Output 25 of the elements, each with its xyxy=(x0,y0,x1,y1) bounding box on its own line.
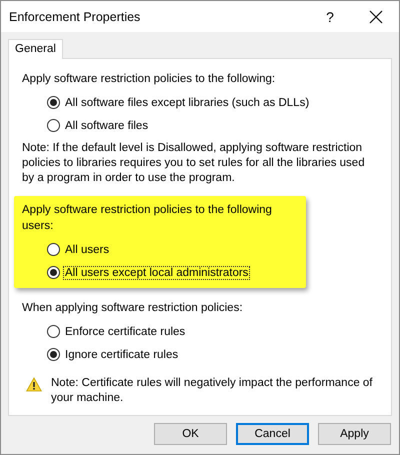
radio-button[interactable] xyxy=(47,243,60,256)
option-label[interactable]: All users except local administrators xyxy=(63,266,250,280)
option-label[interactable]: Ignore certificate rules xyxy=(63,348,180,362)
radio-button[interactable] xyxy=(47,325,60,338)
close-icon xyxy=(369,10,383,24)
option-label[interactable]: All users xyxy=(63,242,112,256)
help-button[interactable]: ? xyxy=(307,1,353,32)
dialog-button[interactable]: Cancel xyxy=(236,423,309,445)
radio-button[interactable] xyxy=(47,348,60,361)
option-label[interactable]: All software files xyxy=(63,118,150,132)
dialog-button[interactable]: OK xyxy=(154,423,227,445)
radio-button[interactable] xyxy=(47,96,60,109)
option-label[interactable]: Enforce certificate rules xyxy=(63,324,188,338)
warning-icon xyxy=(26,377,42,392)
radio-button[interactable] xyxy=(47,119,60,132)
group-heading: Apply software restriction policies to the following users: xyxy=(22,203,273,234)
radio-button[interactable] xyxy=(47,266,60,279)
note-text: Note: If the default level is Disallowed, applying software restriction policies to libraries requires you to set rules for all the libraries used by a program in order to use the program. xyxy=(22,141,366,186)
note-text: Note: Certificate rules will negatively impact the performance of your machine. xyxy=(51,376,374,406)
option-label[interactable]: All software files except libraries (such as DLLs) xyxy=(63,96,312,110)
window-title: Enforcement Properties xyxy=(9,10,142,24)
group-heading: When applying software restriction policies: xyxy=(22,301,244,316)
dialog-button[interactable]: Apply xyxy=(318,423,391,445)
tab[interactable]: General xyxy=(8,39,63,59)
group-heading: Apply software restriction policies to the following: xyxy=(22,72,276,87)
